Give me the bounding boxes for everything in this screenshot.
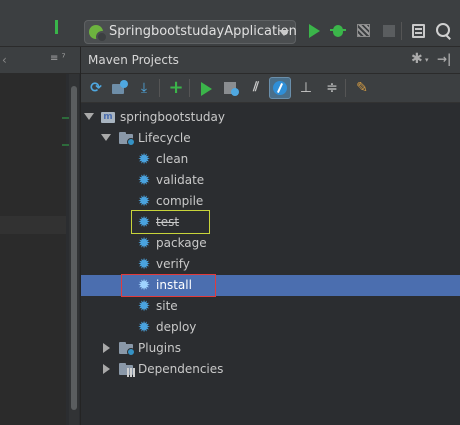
goal-label: install xyxy=(156,278,192,292)
goal-gear-icon: ✹ xyxy=(137,276,151,294)
goal-gear-icon: ✹ xyxy=(137,318,151,336)
tree-item-goal[interactable]: ✹ test xyxy=(81,212,460,233)
expand-arrow-icon[interactable] xyxy=(84,113,94,120)
expand-arrow-icon[interactable] xyxy=(103,364,110,374)
tree-item-goal[interactable]: ✹ site xyxy=(81,296,460,317)
coverage-icon[interactable] xyxy=(354,21,374,41)
tree-item-plugins[interactable]: Plugins xyxy=(81,338,460,359)
tree-item-goal[interactable]: ✹ package xyxy=(81,233,460,254)
goal-label: compile xyxy=(156,194,204,208)
goal-gear-icon: ✹ xyxy=(137,150,151,168)
tree-item-goal[interactable]: ✹ clean xyxy=(81,149,460,170)
toolbar-divider xyxy=(159,79,160,97)
goal-label: package xyxy=(156,236,207,250)
goal-gear-icon: ✹ xyxy=(137,213,151,231)
download-icon[interactable]: ⤓ xyxy=(135,79,153,97)
hide-panel-icon[interactable]: →| xyxy=(437,52,451,66)
editor-tab-strip: ‹ ≡ ⁷ xyxy=(0,47,80,74)
binary-icon[interactable] xyxy=(55,20,76,34)
tree-item-goal[interactable]: ✹ verify xyxy=(81,254,460,275)
goal-label: test xyxy=(156,215,180,229)
tree-item-goal[interactable]: ✹ compile xyxy=(81,191,460,212)
execute-goal-icon[interactable] xyxy=(197,79,215,97)
plugins-folder-icon xyxy=(119,342,135,356)
panel-title: Maven Projects xyxy=(88,53,179,67)
maven-settings-icon[interactable]: ✎ xyxy=(353,79,371,97)
goal-gear-icon: ✹ xyxy=(137,234,151,252)
maven-toolbar: ⟳ ⤓ + ⫽ ⊥ ≑ ✎ xyxy=(81,74,460,103)
tree-item-goal-selected[interactable]: ✹ install xyxy=(81,275,460,296)
debug-icon[interactable] xyxy=(329,21,349,41)
goal-label: deploy xyxy=(156,320,197,334)
gear-icon[interactable]: ✱ xyxy=(411,51,423,67)
generate-sources-icon[interactable] xyxy=(111,79,129,97)
expand-arrow-icon[interactable] xyxy=(103,343,110,353)
collapse-all-icon[interactable]: ≑ xyxy=(323,79,341,97)
tree-item-label: Plugins xyxy=(138,341,181,355)
tree-item-goal[interactable]: ✹ deploy xyxy=(81,317,460,338)
skip-tests-icon[interactable] xyxy=(269,77,291,99)
search-icon[interactable] xyxy=(434,21,454,41)
goal-gear-icon: ✹ xyxy=(137,255,151,273)
project-structure-icon[interactable] xyxy=(409,21,429,41)
maven-project-icon: m xyxy=(101,110,115,124)
tabs-menu-icon[interactable]: ≡ ⁷ xyxy=(50,53,66,64)
scroll-tabs-left-icon[interactable]: ‹ xyxy=(2,53,7,67)
run-configuration-label: SpringbootstudayApplication xyxy=(109,24,297,39)
expand-arrow-icon[interactable] xyxy=(101,134,111,141)
caret-down-icon[interactable]: ▾ xyxy=(425,56,429,64)
dependencies-folder-icon xyxy=(119,363,135,377)
tree-item-project[interactable]: m springbootstuday xyxy=(81,107,460,128)
toggle-offline-icon[interactable]: ⫽ xyxy=(247,79,265,97)
chevron-down-icon xyxy=(279,30,289,36)
goal-label: site xyxy=(156,299,178,313)
maven-panel-header: Maven Projects ✱ ▾ →| xyxy=(81,47,460,74)
goal-gear-icon: ✹ xyxy=(137,192,151,210)
editor-area[interactable] xyxy=(0,74,76,425)
goal-gear-icon: ✹ xyxy=(137,171,151,189)
tree-item-dependencies[interactable]: Dependencies xyxy=(81,359,460,380)
tree-item-label: springbootstuday xyxy=(120,110,225,124)
stop-icon[interactable] xyxy=(379,21,399,41)
editor-scrollbar[interactable] xyxy=(69,74,79,425)
toolbar-divider xyxy=(401,22,402,40)
tree-item-label: Dependencies xyxy=(138,362,224,376)
add-icon[interactable]: + xyxy=(167,79,185,97)
reimport-icon[interactable]: ⟳ xyxy=(87,79,105,97)
run-configurations-icon[interactable] xyxy=(222,79,240,97)
spring-boot-icon xyxy=(89,25,108,43)
maven-project-tree: m springbootstuday Lifecycle ✹ clean ✹ v… xyxy=(81,103,460,425)
goal-label: verify xyxy=(156,257,190,271)
scrollbar-thumb[interactable] xyxy=(71,86,77,410)
goal-label: validate xyxy=(156,173,205,187)
lifecycle-folder-icon xyxy=(119,132,135,146)
toolbar-divider xyxy=(189,79,190,97)
goal-label: clean xyxy=(156,152,189,166)
main-toolbar: SpringbootstudayApplication xyxy=(0,0,460,47)
goal-gear-icon: ✹ xyxy=(137,297,151,315)
tree-item-goal[interactable]: ✹ validate xyxy=(81,170,460,191)
tree-item-label: Lifecycle xyxy=(138,131,191,145)
toolbar-divider xyxy=(345,79,346,97)
tree-item-lifecycle[interactable]: Lifecycle xyxy=(81,128,460,149)
show-dependencies-icon[interactable]: ⊥ xyxy=(297,79,315,97)
current-line-highlight xyxy=(0,216,66,234)
run-configuration-selector[interactable]: SpringbootstudayApplication xyxy=(84,20,297,44)
run-icon[interactable] xyxy=(305,21,325,41)
